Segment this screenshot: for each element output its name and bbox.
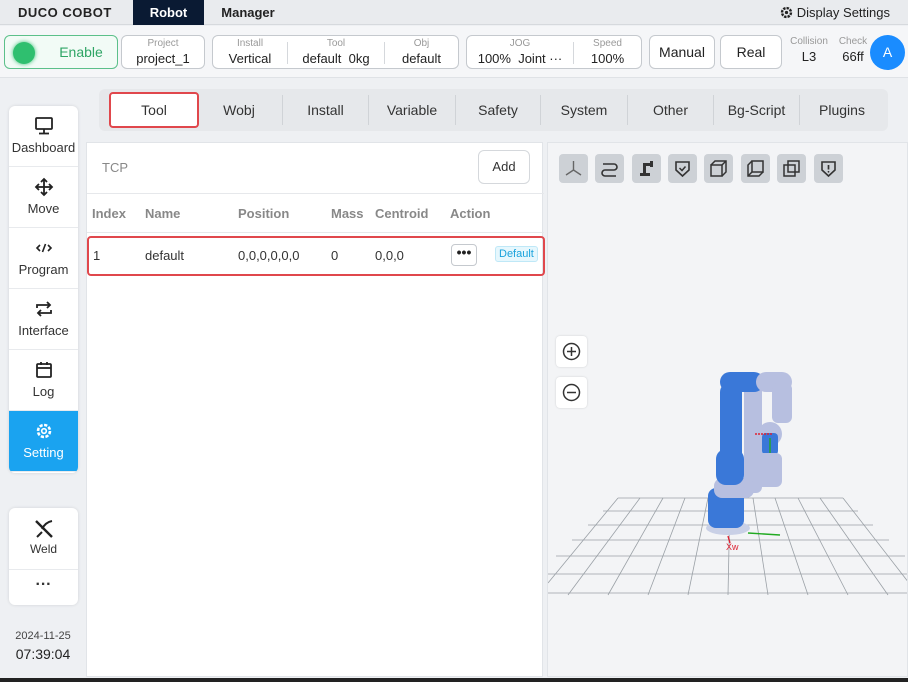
collision-level[interactable]: Collision L3 — [786, 36, 832, 65]
header-mass: Mass — [331, 206, 364, 221]
default-badge: Default — [495, 246, 538, 262]
tool-value: default — [302, 51, 342, 66]
sidebar-more-button[interactable]: ··· — [9, 570, 78, 605]
check-code: Check 66ff — [834, 36, 872, 65]
install-tool-obj-group[interactable]: Install Vertical Tool default 0kg Obj de… — [212, 35, 459, 69]
code-icon — [35, 243, 53, 253]
robot-3d-view[interactable]: Xw — [547, 142, 908, 677]
robot-scene: Xw — [548, 372, 907, 596]
display-settings-button[interactable]: Display Settings — [780, 5, 890, 20]
sidebar-item-interface[interactable]: Interface — [9, 289, 78, 350]
sidebar-label-dashboard: Dashboard — [11, 140, 76, 155]
sidebar-label-weld: Weld — [29, 542, 58, 556]
jog-mode: Joint ··· — [518, 51, 563, 66]
enable-indicator-icon — [13, 42, 35, 64]
tab-variable[interactable]: Variable — [369, 89, 455, 131]
current-time: 07:39:04 — [15, 646, 71, 662]
speed-value: 100% — [590, 51, 625, 66]
header-centroid: Centroid — [375, 206, 429, 221]
project-selector[interactable]: Project project_1 — [121, 35, 205, 69]
enable-label: Enable — [59, 44, 103, 60]
gear-icon — [780, 6, 792, 19]
jog-speed-group[interactable]: JOG 100% Joint ··· Speed 100% — [466, 35, 642, 69]
header-name: Name — [145, 206, 181, 221]
table-header: Index Name Position Mass Centroid Action — [87, 193, 544, 233]
sidebar-item-move[interactable]: Move — [9, 167, 78, 228]
enable-button[interactable]: Enable — [4, 35, 118, 69]
tool-mass: 0kg — [348, 51, 370, 66]
sidebar-label-move: Move — [27, 201, 60, 216]
tcp-panel: TCP Add Index Name Position Mass Centroi… — [86, 142, 545, 677]
current-date: 2024-11-25 — [15, 630, 71, 642]
bottom-edge — [0, 678, 908, 682]
display-settings-label: Display Settings — [796, 5, 890, 20]
row-index: 1 — [93, 248, 101, 263]
row-name: default — [145, 248, 185, 263]
calendar-icon — [36, 362, 52, 378]
collision-label: Collision — [790, 36, 828, 47]
table-row[interactable]: 1 default 0,0,0,0,0,0 0 0,0,0 ••• Defaul… — [87, 236, 545, 276]
sidebar-label-program: Program — [18, 262, 69, 277]
speed-label: Speed — [593, 38, 622, 49]
tool-label: Tool — [326, 38, 346, 49]
tab-wobj[interactable]: Wobj — [199, 89, 279, 131]
row-position: 0,0,0,0,0,0 — [238, 248, 300, 263]
status-bar: Enable Project project_1 Install Vertica… — [0, 26, 908, 78]
weld-torch-icon — [35, 520, 53, 538]
manual-mode-button[interactable]: Manual — [649, 35, 715, 69]
row-centroid: 0,0,0 — [375, 248, 404, 263]
settings-tabs: Tool Wobj Install Variable Safety System… — [99, 89, 888, 160]
obj-value: default — [401, 51, 442, 66]
project-label: Project — [147, 38, 179, 49]
tab-robot[interactable]: Robot — [133, 0, 204, 25]
project-value: project_1 — [136, 51, 190, 66]
move-arrows-icon — [34, 177, 54, 197]
sidebar-label-setting: Setting — [23, 445, 64, 460]
tab-other[interactable]: Other — [628, 89, 713, 131]
sidebar-item-setting[interactable]: Setting — [9, 411, 78, 472]
sidebar-extra: Weld ··· — [9, 508, 78, 605]
sidebar-label-log: Log — [32, 384, 55, 399]
tab-manager[interactable]: Manager — [212, 0, 284, 25]
header-position: Position — [238, 206, 290, 221]
clock: 2024-11-25 07:39:04 — [0, 630, 86, 662]
swap-icon — [36, 301, 52, 317]
install-value: Vertical — [228, 51, 272, 66]
tab-tool[interactable]: Tool — [109, 92, 199, 128]
row-mass: 0 — [331, 248, 339, 263]
jog-value: 100% — [477, 51, 511, 66]
sidebar-nav: Dashboard Move Program Interface Log Set… — [9, 106, 78, 473]
top-bar: DUCO COBOT Robot Manager Display Setting… — [0, 0, 908, 25]
world-x-axis-label: Xw — [726, 542, 739, 552]
tab-plugins[interactable]: Plugins — [800, 89, 884, 131]
sidebar-item-weld[interactable]: Weld — [9, 508, 78, 570]
jog-label: JOG — [509, 38, 531, 49]
sidebar-label-interface: Interface — [18, 323, 69, 338]
sidebar-item-dashboard[interactable]: Dashboard — [9, 106, 78, 167]
tab-bg-script[interactable]: Bg-Script — [714, 89, 799, 131]
tab-system-event[interactable]: System Event — [541, 89, 627, 160]
install-label: Install — [236, 38, 264, 49]
real-mode-button[interactable]: Real — [720, 35, 782, 69]
monitor-icon — [35, 117, 53, 135]
sidebar-item-program[interactable]: Program — [9, 228, 78, 289]
obj-label: Obj — [413, 38, 430, 49]
header-index: Index — [92, 206, 126, 221]
check-label: Check — [838, 36, 868, 47]
check-value: 66ff — [842, 49, 864, 64]
gear-icon — [36, 423, 52, 439]
tcp-title: TCP — [102, 160, 128, 175]
header-action: Action — [450, 206, 491, 221]
tab-safety[interactable]: Safety — [456, 89, 540, 131]
row-action-menu-button[interactable]: ••• — [451, 244, 477, 266]
more-icon: ··· — [35, 576, 52, 593]
brand-logo: DUCO COBOT — [18, 5, 112, 20]
user-avatar[interactable]: A — [870, 35, 905, 70]
tab-install[interactable]: Install — [283, 89, 368, 131]
add-tcp-button[interactable]: Add — [478, 150, 530, 184]
sidebar-item-log[interactable]: Log — [9, 350, 78, 411]
collision-value: L3 — [801, 49, 817, 64]
